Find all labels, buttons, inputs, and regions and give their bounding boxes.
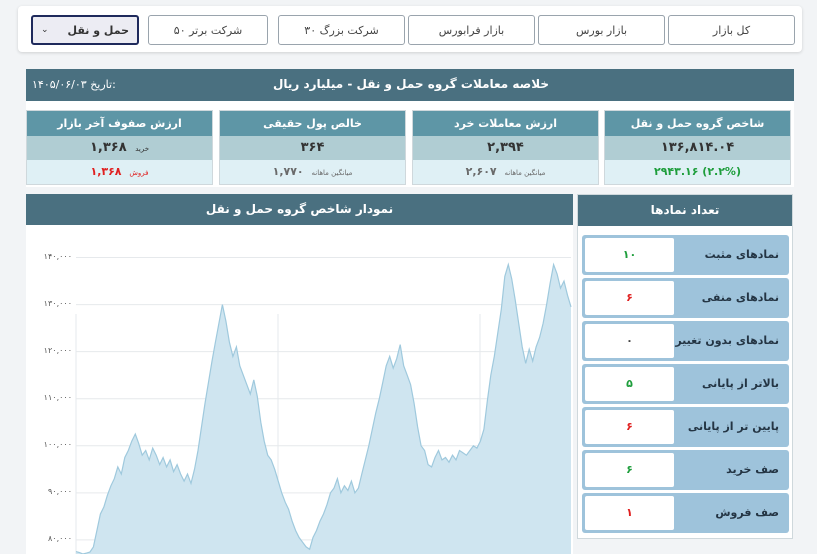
index-card-change: ۲۹۴۳.۱۶ (۲.۲%) xyxy=(605,160,790,184)
real-money-avg-value: ۱,۷۷۰ xyxy=(272,165,304,178)
symbol-count-label: نمادهای مثبت xyxy=(704,248,779,261)
symbol-count-row[interactable]: نمادهای منفی ۶ xyxy=(582,278,789,318)
real-money-avg-label: میانگین ماهانه xyxy=(311,169,353,177)
symbol-count-label: نمادهای بدون تغییر xyxy=(675,334,779,347)
tab-bourse-label: بازار بورس xyxy=(575,23,628,37)
retail-avg-value: ۲,۶۰۷ xyxy=(465,165,497,178)
symbol-count-label: صف فروش xyxy=(715,506,779,519)
tab-farabourse[interactable]: بازار فرابورس xyxy=(408,15,535,45)
index-area-chart[interactable] xyxy=(26,194,573,554)
index-card-value: ۱۳۶,۸۱۴.۰۴ xyxy=(605,136,790,160)
queues-sell-value: ۱,۳۶۸ xyxy=(90,165,122,178)
tab-top50-label: ۵۰ شرکت برتر xyxy=(173,23,243,37)
summary-title: خلاصه معاملات گروه حمل و نقل - میلیارد ر… xyxy=(272,77,550,91)
symbol-count-panel: تعداد نمادها نمادهای مثبت ۱۰ نمادهای منفی ۶… xyxy=(577,194,793,539)
queues-buy-label: خرید xyxy=(135,145,150,153)
retail-avg-label: میانگین ماهانه xyxy=(504,169,546,177)
symbol-count-value: ۶ xyxy=(585,281,674,315)
real-money-card-average: ۱,۷۷۰ میانگین ماهانه xyxy=(220,160,405,184)
summary-date-label: تاریخ: xyxy=(90,78,116,91)
queues-card: ارزش صفوف آخر بازار ۱,۳۶۸ خرید ۱,۳۶۸ فرو… xyxy=(26,110,213,185)
tab-all-market-outer[interactable]: کل بازار xyxy=(668,15,795,45)
chart-panel: نمودار شاخص گروه حمل و نقل ۸۰,۰۰۰ ۹۰,۰۰۰ ۱… xyxy=(26,194,573,554)
symbol-count-row[interactable]: نمادهای مثبت ۱۰ xyxy=(582,235,789,275)
symbol-count-label: پایین تر از پایانی xyxy=(687,420,779,433)
symbol-count-value: ۱۰ xyxy=(585,238,674,272)
tab-bourse[interactable]: بازار بورس xyxy=(538,15,665,45)
symbol-count-row[interactable]: بالاتر از پایانی ۵ xyxy=(582,364,789,404)
summary-date-value: ۱۴۰۵/۰۶/۰۳ xyxy=(32,78,87,91)
symbol-count-label: صف خرید xyxy=(726,463,779,476)
retail-card-title: ارزش معاملات خرد xyxy=(413,111,598,136)
symbol-count-row[interactable]: صف خرید ۶ xyxy=(582,450,789,490)
real-money-card: خالص پول حقیقی ۳۶۴ ۱,۷۷۰ میانگین ماهانه xyxy=(219,110,406,185)
symbol-count-row[interactable]: نمادهای بدون تغییر ۰ xyxy=(582,321,789,361)
group-select[interactable]: ⌄ حمل و نقل xyxy=(31,15,139,45)
symbol-count-label: بالاتر از پایانی xyxy=(702,377,779,390)
tab-top30-label: ۳۰ شرکت بزرگ xyxy=(304,23,379,37)
queues-card-title: ارزش صفوف آخر بازار xyxy=(27,111,212,136)
tab-top30[interactable]: ۳۰ شرکت بزرگ xyxy=(278,15,405,45)
symbol-count-value: ۰ xyxy=(585,324,674,358)
symbol-count-title: تعداد نمادها xyxy=(578,195,792,226)
index-card: شاخص گروه حمل و نقل ۱۳۶,۸۱۴.۰۴ ۲۹۴۳.۱۶ (… xyxy=(604,110,791,185)
queues-sell-row: ۱,۳۶۸ فروش xyxy=(27,160,212,184)
symbol-count-value: ۶ xyxy=(585,410,674,444)
symbol-count-row[interactable]: صف فروش ۱ xyxy=(582,493,789,533)
retail-card-value: ۲,۳۹۴ xyxy=(413,136,598,160)
symbol-count-label: نمادهای منفی xyxy=(701,291,779,304)
summary-date: ۱۴۰۵/۰۶/۰۳ تاریخ: xyxy=(32,78,116,91)
real-money-card-value: ۳۶۴ xyxy=(220,136,405,160)
retail-card: ارزش معاملات خرد ۲,۳۹۴ ۲,۶۰۷ میانگین ماه… xyxy=(412,110,599,185)
tab-top50[interactable]: ۵۰ شرکت برتر xyxy=(148,15,268,45)
queues-buy-row: ۱,۳۶۸ خرید xyxy=(27,136,212,160)
chevron-down-icon: ⌄ xyxy=(41,25,49,35)
symbol-count-row[interactable]: پایین تر از پایانی ۶ xyxy=(582,407,789,447)
symbol-count-value: ۶ xyxy=(585,453,674,487)
tab-all-market-outer-label: کل بازار xyxy=(712,23,751,37)
symbol-count-value: ۱ xyxy=(585,496,674,530)
tab-farabourse-label: بازار فرابورس xyxy=(438,23,505,37)
chart-area-fill xyxy=(76,264,571,554)
retail-card-average: ۲,۶۰۷ میانگین ماهانه xyxy=(413,160,598,184)
queues-buy-value: ۱,۳۶۸ xyxy=(89,140,127,155)
index-card-title: شاخص گروه حمل و نقل xyxy=(605,111,790,136)
summary-header: خلاصه معاملات گروه حمل و نقل - میلیارد ر… xyxy=(26,69,794,101)
group-select-value: حمل و نقل xyxy=(67,23,129,37)
real-money-card-title: خالص پول حقیقی xyxy=(220,111,405,136)
queues-sell-label: فروش xyxy=(129,169,149,177)
symbol-count-value: ۵ xyxy=(585,367,674,401)
